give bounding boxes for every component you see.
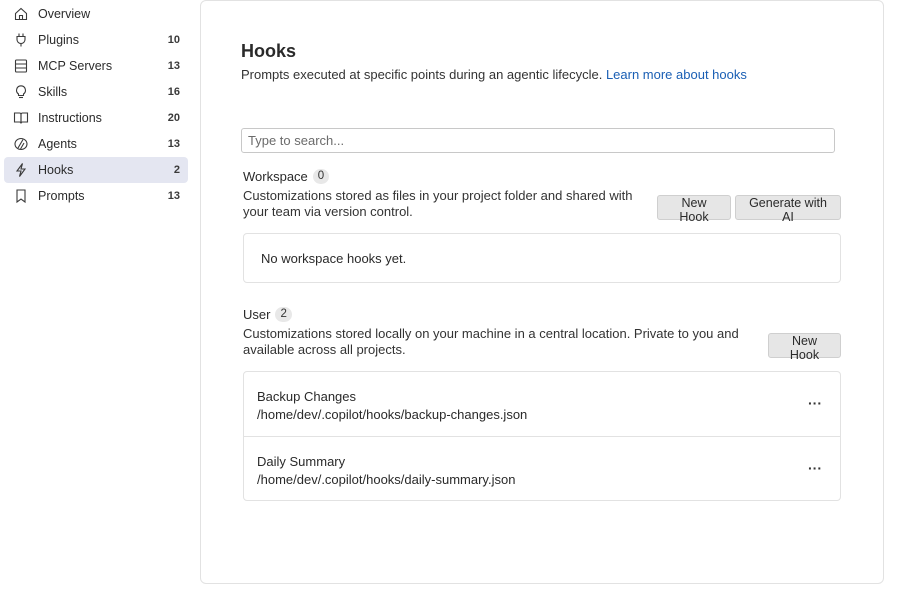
hook-name: Backup Changes bbox=[257, 389, 357, 404]
sidebar-item-count: 13 bbox=[167, 138, 180, 150]
sidebar-item-skills[interactable]: Skills 16 bbox=[4, 79, 188, 105]
sidebar-item-mcp-servers[interactable]: MCP Servers 13 bbox=[4, 53, 188, 79]
workspace-description-line: Customizations stored as files in your p… bbox=[243, 188, 633, 203]
workspace-new-hook-button[interactable]: New Hook bbox=[657, 195, 731, 224]
sidebar-item-label: Instructions bbox=[38, 111, 102, 125]
workspace-empty-text: No workspace hooks yet. bbox=[261, 251, 407, 266]
user-description-line: Customizations stored locally on your ma… bbox=[243, 326, 739, 341]
learn-more-link[interactable]: Learn more about hooks bbox=[606, 67, 747, 82]
sidebar-item-instructions[interactable]: Instructions 20 bbox=[4, 105, 188, 131]
main-panel: Hooks Prompts executed at specific point… bbox=[200, 0, 884, 584]
sidebar-item-hooks[interactable]: Hooks 2 bbox=[4, 157, 188, 183]
sidebar-item-count: 13 bbox=[167, 190, 180, 202]
user-hooks-list: Backup Changes /home/dev/.copilot/hooks/… bbox=[243, 371, 841, 501]
list-item[interactable]: Daily Summary /home/dev/.copilot/hooks/d… bbox=[244, 436, 840, 500]
user-count-badge: 2 bbox=[275, 307, 292, 322]
sidebar-item-count: 2 bbox=[173, 164, 180, 176]
lightning-icon bbox=[13, 162, 29, 178]
sidebar-item-overview[interactable]: Overview bbox=[4, 1, 188, 27]
more-actions-icon[interactable]: ··· bbox=[804, 394, 826, 412]
sidebar-item-plugins[interactable]: Plugins 10 bbox=[4, 27, 188, 53]
sidebar-item-label: Prompts bbox=[38, 189, 85, 203]
user-description: Customizations stored locally on your ma… bbox=[243, 326, 739, 358]
hook-path: /home/dev/.copilot/hooks/backup-changes.… bbox=[257, 407, 528, 422]
workspace-empty-state: No workspace hooks yet. bbox=[243, 233, 841, 283]
sidebar: Overview Plugins 10 MCP Servers 13 Skill… bbox=[0, 0, 196, 600]
workspace-description: Customizations stored as files in your p… bbox=[243, 188, 632, 220]
page-description: Prompts executed at specific points duri… bbox=[241, 67, 747, 82]
sidebar-item-agents[interactable]: Agents 13 bbox=[4, 131, 188, 157]
sidebar-item-count: 13 bbox=[167, 60, 180, 72]
user-new-hook-button[interactable]: New Hook bbox=[768, 333, 841, 362]
sidebar-item-count: 20 bbox=[167, 112, 180, 124]
sidebar-item-label: Agents bbox=[38, 137, 77, 151]
sidebar-item-count: 10 bbox=[167, 34, 180, 46]
sidebar-item-label: MCP Servers bbox=[38, 59, 113, 73]
page-description-text: Prompts executed at specific points duri… bbox=[241, 67, 603, 82]
plug-icon bbox=[13, 32, 29, 48]
book-icon bbox=[13, 110, 29, 126]
user-section-header: User 2 bbox=[243, 307, 292, 322]
sidebar-item-label: Skills bbox=[38, 85, 68, 99]
sidebar-item-prompts[interactable]: Prompts 13 bbox=[4, 183, 188, 209]
list-item[interactable]: Backup Changes /home/dev/.copilot/hooks/… bbox=[244, 372, 840, 436]
workspace-description-line: your team via version control. bbox=[243, 204, 413, 219]
agent-icon bbox=[13, 136, 29, 152]
generate-with-ai-button[interactable]: Generate with AI bbox=[735, 195, 841, 224]
sidebar-item-label: Overview bbox=[38, 7, 91, 21]
sidebar-item-label: Hooks bbox=[38, 163, 74, 177]
user-section-title: User bbox=[243, 307, 271, 322]
sidebar-item-count: 16 bbox=[167, 86, 180, 98]
bookmark-icon bbox=[13, 188, 29, 204]
hook-name: Daily Summary bbox=[257, 454, 346, 469]
more-actions-icon[interactable]: ··· bbox=[804, 459, 826, 477]
hook-path: /home/dev/.copilot/hooks/daily-summary.j… bbox=[257, 472, 516, 487]
workspace-count-badge: 0 bbox=[312, 169, 330, 184]
search-input[interactable] bbox=[241, 128, 835, 153]
page-title: Hooks bbox=[241, 41, 297, 61]
user-description-line: available across all projects. bbox=[243, 342, 406, 357]
home-icon bbox=[13, 6, 29, 22]
server-icon bbox=[13, 58, 29, 74]
lightbulb-icon bbox=[13, 84, 29, 100]
workspace-section-title: Workspace bbox=[243, 169, 308, 184]
workspace-section-header: Workspace 0 bbox=[243, 169, 330, 184]
sidebar-item-label: Plugins bbox=[38, 33, 79, 47]
